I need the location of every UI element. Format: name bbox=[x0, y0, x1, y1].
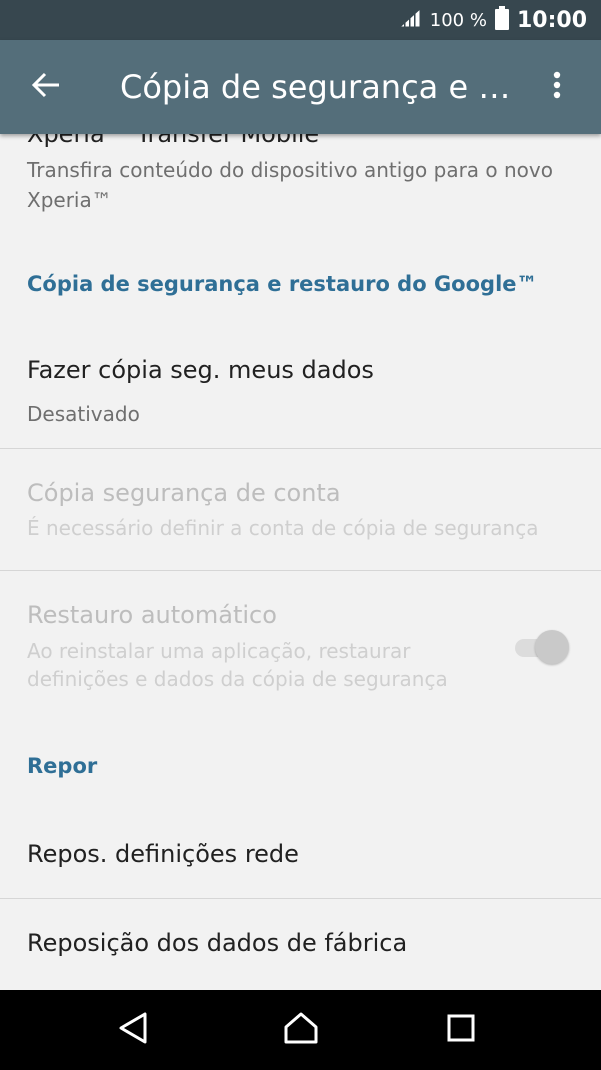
arrow-left-icon bbox=[31, 72, 61, 102]
auto-restore-toggle bbox=[513, 630, 569, 664]
item-title: Repos. definições rede bbox=[27, 840, 299, 868]
item-summary: É necessário definir a conta de cópia de… bbox=[27, 516, 539, 540]
status-bar: 100 % 10:00 bbox=[0, 0, 601, 40]
item-summary-line1: Ao reinstalar uma aplicação, restaurar bbox=[27, 639, 411, 663]
list-item-xperia-transfer[interactable]: Xperia™ Transfer Mobile Transfira conteú… bbox=[0, 134, 601, 222]
item-summary: Desativado bbox=[27, 402, 140, 426]
item-title: Restauro automático bbox=[27, 601, 277, 629]
signal-icon bbox=[398, 7, 422, 33]
more-vert-icon bbox=[553, 71, 561, 103]
section-header-reset: Repor bbox=[27, 754, 98, 778]
list-item-auto-restore: Restauro automático Ao reinstalar uma ap… bbox=[0, 571, 601, 721]
nav-back-button[interactable] bbox=[105, 1002, 161, 1058]
item-summary-line2: Xperia™ bbox=[27, 188, 112, 212]
item-title: Fazer cópia seg. meus dados bbox=[27, 356, 374, 384]
list-item-backup-account: Cópia segurança de conta É necessário de… bbox=[0, 449, 601, 570]
triangle-back-icon bbox=[117, 1011, 149, 1049]
app-bar: Cópia de segurança e re… bbox=[0, 40, 601, 134]
section-header-google: Cópia de segurança e restauro do Google™ bbox=[27, 272, 538, 296]
home-icon bbox=[283, 1011, 319, 1049]
item-title: Cópia segurança de conta bbox=[27, 479, 341, 507]
nav-recents-button[interactable] bbox=[433, 1002, 489, 1058]
toggle-thumb bbox=[535, 630, 569, 664]
back-button[interactable] bbox=[22, 63, 70, 111]
list-item-factory-reset[interactable]: Reposição dos dados de fábrica bbox=[0, 899, 601, 990]
settings-list[interactable]: Xperia™ Transfer Mobile Transfira conteú… bbox=[0, 134, 601, 990]
item-title: Reposição dos dados de fábrica bbox=[27, 929, 408, 957]
battery-percentage: 100 % bbox=[429, 9, 487, 31]
square-recents-icon bbox=[446, 1013, 476, 1047]
navigation-bar bbox=[0, 990, 601, 1070]
page-title: Cópia de segurança e re… bbox=[120, 68, 515, 106]
item-summary-line1: Transfira conteúdo do dispositivo antigo… bbox=[27, 158, 553, 182]
battery-icon bbox=[494, 6, 509, 34]
list-item-network-reset[interactable]: Repos. definições rede bbox=[0, 816, 601, 898]
status-right: 100 % 10:00 bbox=[398, 0, 587, 40]
nav-home-button[interactable] bbox=[273, 1002, 329, 1058]
item-summary-line2: definições e dados da cópia de segurança bbox=[27, 667, 448, 691]
item-title: Xperia™ Transfer Mobile bbox=[27, 134, 320, 148]
more-options-button[interactable] bbox=[533, 63, 581, 111]
clock: 10:00 bbox=[516, 7, 587, 33]
list-item-backup-my-data[interactable]: Fazer cópia seg. meus dados Desativado bbox=[0, 344, 601, 448]
